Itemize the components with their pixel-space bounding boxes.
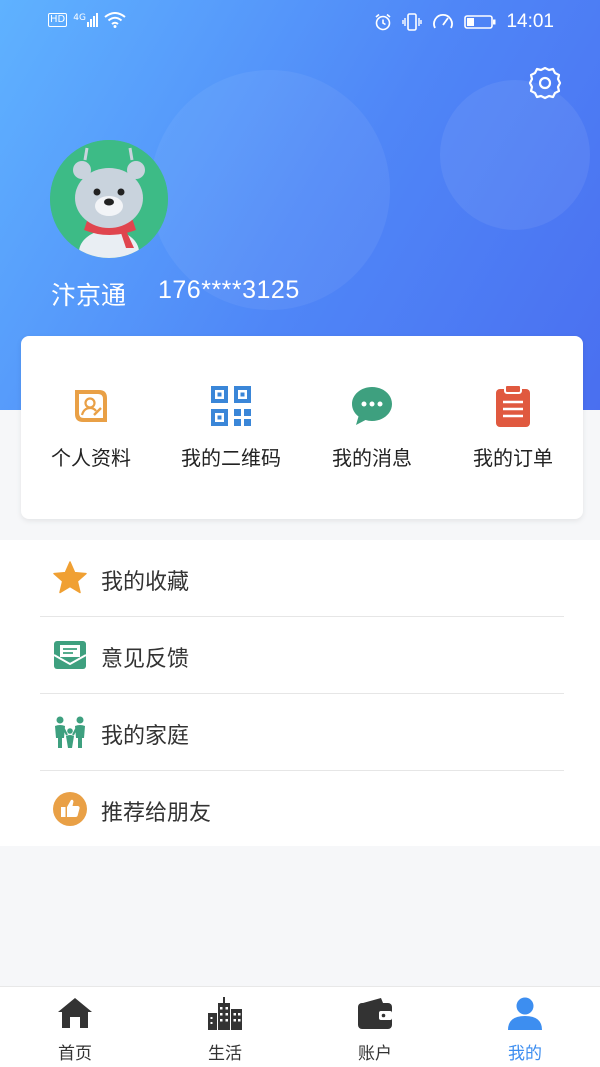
home-icon bbox=[58, 998, 92, 1028]
decor-circle bbox=[150, 70, 390, 310]
menu-item-family[interactable]: 我的家庭 bbox=[40, 694, 564, 771]
message-bubble-icon bbox=[352, 387, 392, 425]
profile-button[interactable]: 个人资料 bbox=[21, 384, 161, 471]
bear-avatar-icon bbox=[50, 140, 168, 258]
tab-label: 我的 bbox=[508, 1044, 542, 1064]
messages-button[interactable]: 我的消息 bbox=[302, 384, 442, 471]
city-icon bbox=[208, 997, 242, 1030]
star-icon bbox=[53, 561, 87, 594]
clock-time: 14:01 bbox=[506, 11, 554, 32]
person-icon bbox=[508, 997, 542, 1030]
status-left: HD 4G bbox=[48, 12, 126, 28]
vibrate-icon bbox=[402, 13, 423, 31]
network-badge: HD bbox=[48, 13, 68, 27]
qr-code-button[interactable]: 我的二维码 bbox=[161, 384, 301, 471]
tab-label: 生活 bbox=[208, 1044, 242, 1064]
status-bar: HD 4G 14:01 bbox=[0, 0, 600, 44]
menu-label: 推荐给朋友 bbox=[101, 801, 212, 826]
wifi-icon bbox=[104, 12, 126, 28]
bottom-tab-bar: 首页 生活 账户 我的 bbox=[0, 986, 600, 1067]
tab-account[interactable]: 账户 bbox=[300, 987, 450, 1067]
gear-icon[interactable] bbox=[528, 66, 562, 100]
menu-list: 我的收藏 意见反馈 我的家庭 推荐给朋友 bbox=[0, 540, 600, 846]
signal-icon: 4G bbox=[73, 13, 98, 27]
phone-number: 176****3125 bbox=[158, 276, 300, 304]
speed-icon bbox=[433, 14, 454, 29]
status-right: 14:01 bbox=[374, 11, 554, 33]
menu-label: 意见反馈 bbox=[101, 647, 190, 672]
menu-item-recommend[interactable]: 推荐给朋友 bbox=[40, 771, 564, 848]
alarm-icon bbox=[375, 13, 391, 31]
menu-item-feedback[interactable]: 意见反馈 bbox=[40, 617, 564, 694]
clipboard-icon bbox=[496, 384, 530, 427]
orders-button[interactable]: 我的订单 bbox=[443, 384, 583, 471]
qr-code-icon bbox=[211, 386, 251, 426]
tab-mine[interactable]: 我的 bbox=[450, 987, 600, 1067]
menu-label: 我的收藏 bbox=[101, 570, 190, 595]
thumbs-up-icon bbox=[53, 792, 87, 826]
tab-label: 首页 bbox=[58, 1044, 92, 1064]
tab-life[interactable]: 生活 bbox=[150, 987, 300, 1067]
signal-type: 4G bbox=[73, 13, 86, 23]
orders-label: 我的订单 bbox=[473, 446, 553, 470]
feedback-mail-icon bbox=[53, 641, 87, 669]
tab-label: 账户 bbox=[358, 1044, 392, 1064]
family-icon bbox=[55, 716, 85, 748]
wallet-icon bbox=[358, 998, 392, 1029]
battery-icon bbox=[464, 15, 496, 29]
menu-label: 我的家庭 bbox=[101, 724, 190, 749]
menu-item-favorites[interactable]: 我的收藏 bbox=[40, 540, 564, 617]
profile-card-icon bbox=[75, 390, 107, 422]
quick-actions-card: 个人资料 我的二维码 我的消息 我的订单 bbox=[21, 336, 583, 519]
profile-label: 个人资料 bbox=[51, 446, 131, 470]
username: 汴京通 bbox=[51, 281, 127, 310]
tab-home[interactable]: 首页 bbox=[0, 987, 150, 1067]
messages-label: 我的消息 bbox=[332, 446, 412, 470]
decor-circle bbox=[440, 80, 590, 230]
qr-code-label: 我的二维码 bbox=[181, 446, 281, 470]
avatar[interactable] bbox=[50, 140, 168, 258]
